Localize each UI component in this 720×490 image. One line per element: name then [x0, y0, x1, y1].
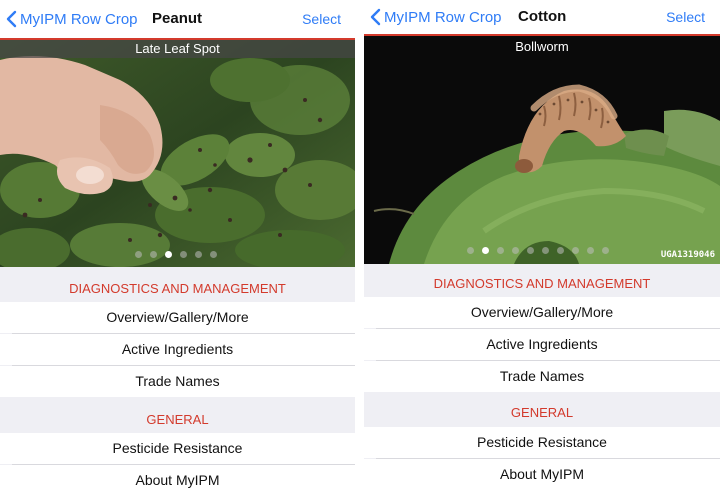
page-dot[interactable] — [527, 247, 534, 254]
back-button-label: MyIPM Row Crop — [384, 8, 502, 26]
page-dot[interactable] — [587, 247, 594, 254]
section-header-general: GENERAL — [0, 408, 355, 431]
menu-item-pesticide-resistance[interactable]: Pesticide Resistance — [0, 433, 355, 464]
select-button[interactable]: Select — [302, 11, 341, 27]
page-dot[interactable] — [135, 251, 142, 258]
page-indicator[interactable] — [467, 247, 617, 254]
section-header-diagnostics: DIAGNOSTICS AND MANAGEMENT — [0, 277, 355, 300]
page-dot[interactable] — [602, 247, 609, 254]
page-dot[interactable] — [165, 251, 172, 258]
page-dot[interactable] — [150, 251, 157, 258]
photo-credit: UGA1319046 — [660, 250, 715, 260]
menu-item-trade-names[interactable]: Trade Names — [0, 366, 355, 397]
menu-item-overview[interactable]: Overview/Gallery/More — [364, 297, 720, 328]
peanut-leaf-spot-photo — [0, 40, 355, 267]
chevron-left-icon — [4, 9, 20, 29]
menu-item-active-ingredients[interactable]: Active Ingredients — [364, 329, 720, 360]
peanut-screen: MyIPM Row Crop Peanut Select Late Leaf S… — [0, 0, 355, 490]
cotton-screen: MyIPM Row Crop Cotton Select Bollworm UG… — [364, 0, 720, 490]
menu-item-about[interactable]: About MyIPM — [0, 465, 355, 490]
menu-item-pesticide-resistance[interactable]: Pesticide Resistance — [364, 427, 720, 458]
page-dot[interactable] — [542, 247, 549, 254]
section-header-diagnostics: DIAGNOSTICS AND MANAGEMENT — [364, 272, 720, 295]
page-dot[interactable] — [180, 251, 187, 258]
page-dot[interactable] — [195, 251, 202, 258]
photo-carousel[interactable]: Late Leaf Spot — [0, 40, 355, 267]
photo-caption: Bollworm — [515, 39, 569, 54]
photo-carousel[interactable]: Bollworm UGA1319046 — [364, 36, 720, 264]
menu-item-about[interactable]: About MyIPM — [364, 459, 720, 490]
select-button[interactable]: Select — [666, 9, 705, 25]
navigation-bar: MyIPM Row Crop Cotton Select — [364, 0, 720, 34]
page-dot[interactable] — [467, 247, 474, 254]
page-dot[interactable] — [557, 247, 564, 254]
cotton-bollworm-photo — [364, 36, 720, 264]
page-dot[interactable] — [497, 247, 504, 254]
menu-item-active-ingredients[interactable]: Active Ingredients — [0, 334, 355, 365]
page-dot[interactable] — [572, 247, 579, 254]
screen-gap — [355, 0, 364, 490]
back-button-label: MyIPM Row Crop — [20, 10, 138, 28]
page-dot[interactable] — [482, 247, 489, 254]
page-dot[interactable] — [512, 247, 519, 254]
back-button[interactable]: MyIPM Row Crop — [4, 9, 138, 29]
page-title: Cotton — [518, 8, 567, 25]
chevron-left-icon — [368, 7, 384, 27]
navigation-bar: MyIPM Row Crop Peanut Select — [0, 0, 355, 38]
back-button[interactable]: MyIPM Row Crop — [368, 7, 502, 27]
menu-item-trade-names[interactable]: Trade Names — [364, 361, 720, 392]
menu-item-overview[interactable]: Overview/Gallery/More — [0, 302, 355, 333]
photo-caption: Late Leaf Spot — [0, 40, 355, 58]
page-indicator[interactable] — [135, 251, 225, 258]
page-title: Peanut — [152, 10, 203, 27]
page-dot[interactable] — [210, 251, 217, 258]
section-header-general: GENERAL — [364, 401, 720, 424]
